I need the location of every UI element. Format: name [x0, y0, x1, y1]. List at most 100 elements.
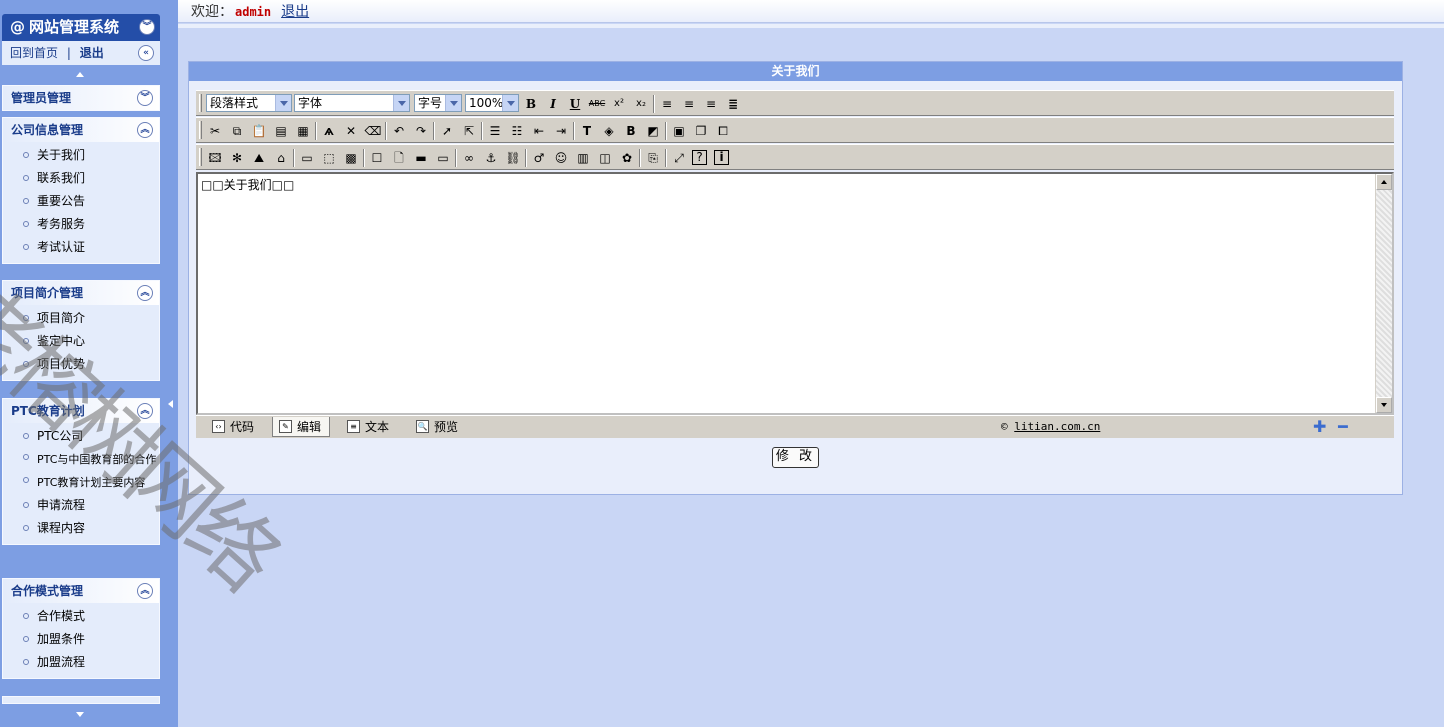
- chevron-down-icon[interactable]: [502, 95, 518, 111]
- menu-item-label[interactable]: 鉴定中心: [37, 334, 85, 348]
- menu-item-label[interactable]: 项目优势: [37, 357, 85, 371]
- find-icon[interactable]: ѧ: [320, 122, 338, 140]
- special-char-icon[interactable]: ♂: [530, 149, 548, 167]
- collapse-all-icon[interactable]: ︾: [139, 19, 155, 35]
- about-icon[interactable]: i: [714, 150, 729, 165]
- absolute-position-icon[interactable]: ⇱: [460, 122, 478, 140]
- insert-table-icon[interactable]: ▭: [298, 149, 316, 167]
- collapse-icon[interactable]: ︽: [137, 583, 153, 599]
- help-icon[interactable]: ?: [692, 150, 707, 165]
- chevron-down-icon[interactable]: [393, 95, 409, 111]
- tab-edit[interactable]: ✎ 编辑: [272, 417, 331, 437]
- collapse-icon[interactable]: ︽: [137, 122, 153, 138]
- table-properties-icon[interactable]: ⬚: [320, 149, 338, 167]
- remove-link-icon[interactable]: ⛓: [504, 149, 522, 167]
- paste-icon[interactable]: 📋: [250, 122, 268, 140]
- menu-group-header[interactable]: PTC教育计划 ︽: [3, 399, 159, 423]
- menu-item[interactable]: 课程内容: [3, 517, 159, 540]
- zoom-select[interactable]: 100%: [465, 94, 519, 112]
- insert-media-icon[interactable]: ⛰: [250, 149, 268, 167]
- paragraph-style-select[interactable]: 段落样式: [206, 94, 292, 112]
- vertical-scrollbar[interactable]: [1375, 174, 1392, 413]
- table-cell-icon[interactable]: ▩: [342, 149, 360, 167]
- menu-item-label[interactable]: 考试认证: [37, 240, 85, 254]
- superscript-icon[interactable]: x²: [610, 95, 628, 113]
- scroll-down-icon[interactable]: [1376, 397, 1392, 413]
- scroll-up-arrow-icon[interactable]: [76, 72, 84, 77]
- insert-symbol-icon[interactable]: ✿: [618, 149, 636, 167]
- editor-content[interactable]: □□关于我们□□: [201, 176, 294, 193]
- menu-item[interactable]: 加盟流程: [3, 651, 159, 674]
- redo-icon[interactable]: ↷: [412, 122, 430, 140]
- collapse-icon[interactable]: ︽: [137, 285, 153, 301]
- menu-item[interactable]: 重要公告: [3, 190, 159, 213]
- menu-group-header[interactable]: 管理员管理 ︾: [3, 86, 159, 110]
- tab-preview[interactable]: 🔍 预览: [410, 417, 466, 437]
- insert-date-icon[interactable]: ▥: [574, 149, 592, 167]
- menu-item-label[interactable]: 关于我们: [37, 148, 85, 162]
- expand-icon[interactable]: ︾: [137, 90, 153, 106]
- bold-icon[interactable]: B: [522, 95, 540, 113]
- font-size-select[interactable]: 字号: [414, 94, 462, 112]
- menu-item[interactable]: 考试认证: [3, 236, 159, 259]
- collapse-sidebar-icon[interactable]: «: [138, 45, 154, 61]
- chevron-down-icon[interactable]: [275, 95, 291, 111]
- fill-color-icon[interactable]: ◩: [644, 122, 662, 140]
- insert-link-icon[interactable]: ∞: [460, 149, 478, 167]
- outdent-icon[interactable]: ⇤: [530, 122, 548, 140]
- sidebar-logout-link[interactable]: 退出: [80, 46, 104, 60]
- insert-anchor-icon[interactable]: ⚓: [482, 149, 500, 167]
- menu-item[interactable]: 申请流程: [3, 494, 159, 517]
- background-color-icon[interactable]: ◈: [600, 122, 618, 140]
- text-color-icon[interactable]: T: [578, 122, 596, 140]
- toolbar-grip[interactable]: [199, 121, 202, 139]
- italic-icon[interactable]: I: [544, 95, 562, 113]
- menu-item[interactable]: 联系我们: [3, 167, 159, 190]
- emoticon-icon[interactable]: ☺: [552, 149, 570, 167]
- toolbar-grip[interactable]: [199, 148, 202, 166]
- eraser-icon[interactable]: ⌫: [364, 122, 382, 140]
- page-break-icon[interactable]: ⎘: [644, 149, 662, 167]
- collapse-icon[interactable]: ︽: [137, 403, 153, 419]
- chevron-down-icon[interactable]: [445, 95, 461, 111]
- menu-item[interactable]: PTC教育计划主要内容: [3, 471, 159, 494]
- frame-icon[interactable]: ▣: [670, 122, 688, 140]
- menu-item-label[interactable]: PTC教育计划主要内容: [37, 476, 145, 489]
- bold-text-icon[interactable]: B: [622, 122, 640, 140]
- menu-item-label[interactable]: 联系我们: [37, 171, 85, 185]
- layer-front-icon[interactable]: ❐: [692, 122, 710, 140]
- delete-icon[interactable]: ✕: [342, 122, 360, 140]
- scroll-up-icon[interactable]: [1376, 174, 1392, 190]
- horizontal-rule-icon[interactable]: ▬: [412, 149, 430, 167]
- fullscreen-icon[interactable]: ⤢: [670, 149, 688, 167]
- insert-page-icon[interactable]: 🗋: [390, 149, 408, 167]
- menu-item-label[interactable]: PTC公司: [37, 429, 83, 443]
- menu-item-label[interactable]: 项目简介: [37, 311, 85, 325]
- marquee-icon[interactable]: ▭: [434, 149, 452, 167]
- menu-group-header[interactable]: 合作模式管理 ︽: [3, 579, 159, 603]
- menu-item[interactable]: 关于我们: [3, 144, 159, 167]
- rich-text-editor[interactable]: □□关于我们□□: [196, 172, 1394, 415]
- undo-icon[interactable]: ↶: [390, 122, 408, 140]
- menu-item-label[interactable]: PTC与中国教育部的合作: [37, 453, 156, 466]
- cut-icon[interactable]: ✂: [206, 122, 224, 140]
- subscript-icon[interactable]: x₂: [632, 95, 650, 113]
- menu-group-header[interactable]: 公司信息管理 ︽: [3, 118, 159, 142]
- tab-text[interactable]: ≡ 文本: [341, 417, 397, 437]
- menu-item-label[interactable]: 考务服务: [37, 217, 85, 231]
- submit-button[interactable]: 修 改: [772, 447, 819, 468]
- paste-text-icon[interactable]: ▤: [272, 122, 290, 140]
- paste-word-icon[interactable]: ▦: [294, 122, 312, 140]
- enlarge-editor-icon[interactable]: ✚: [1313, 419, 1326, 435]
- menu-item-label[interactable]: 重要公告: [37, 194, 85, 208]
- align-justify-icon[interactable]: ≣: [724, 95, 742, 113]
- align-right-icon[interactable]: ≡: [702, 95, 720, 113]
- home-link[interactable]: 回到首页: [10, 46, 58, 60]
- select-pointer-icon[interactable]: ➚: [438, 122, 456, 140]
- strikethrough-icon[interactable]: ABC: [588, 95, 606, 113]
- menu-item[interactable]: 合作模式: [3, 605, 159, 628]
- font-select[interactable]: 字体: [294, 94, 410, 112]
- menu-item-label[interactable]: 申请流程: [37, 498, 85, 512]
- tab-code[interactable]: ‹› 代码: [206, 417, 262, 437]
- toolbar-grip[interactable]: [199, 94, 202, 112]
